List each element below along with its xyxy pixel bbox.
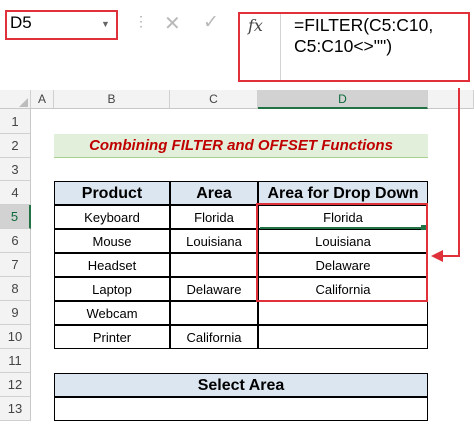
callout-arrow <box>431 88 460 262</box>
arrow-line <box>442 88 460 257</box>
arrow-head <box>431 250 443 262</box>
